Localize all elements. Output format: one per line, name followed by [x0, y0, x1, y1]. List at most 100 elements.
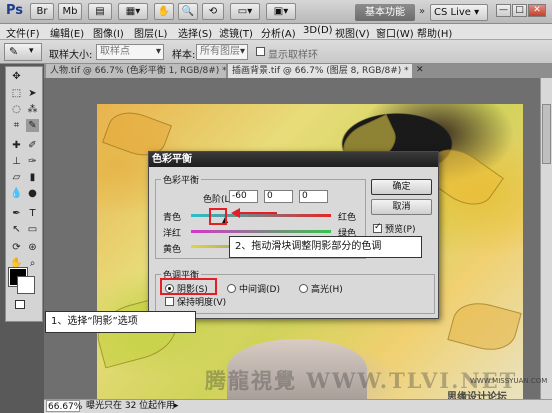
scrollbar-thumb[interactable]: [542, 104, 551, 164]
dialog-title: 色彩平衡: [149, 152, 438, 167]
menu-file[interactable]: 文件(F): [6, 25, 40, 40]
preserve-luminosity-label: 保持明度(V): [177, 298, 227, 308]
highlights-radio[interactable]: [299, 284, 308, 293]
shape-tool-icon[interactable]: ▭: [26, 223, 39, 236]
chevron-down-icon: ▾: [29, 46, 34, 56]
levels-yellow-blue-input[interactable]: 0: [299, 190, 328, 203]
eyedropper-tool-icon[interactable]: ✎: [26, 119, 39, 132]
menu-help[interactable]: 帮助(H): [417, 25, 452, 40]
cancel-button[interactable]: 取消: [371, 199, 432, 215]
highlights-label: 高光(H): [311, 285, 343, 295]
tab-person[interactable]: 人物.tif @ 66.7% (色彩平衡 1, RGB/8#) *: [46, 64, 226, 78]
menu-3d[interactable]: 3D(D): [303, 25, 333, 36]
zoom-tool-icon[interactable]: ⌕: [26, 257, 39, 270]
show-ring-label: 显示取样环: [268, 50, 318, 61]
maximize-button[interactable]: □: [512, 4, 527, 17]
menu-bar: 文件(F) 编辑(E) 图像(I) 图层(L) 选择(S) 滤镜(T) 分析(A…: [0, 24, 552, 40]
background-color-swatch[interactable]: [17, 276, 35, 294]
step2-callout: 2、拖动滑块调整阴影部分的色调: [229, 236, 422, 258]
healing-brush-icon[interactable]: ✚: [10, 139, 23, 152]
menu-view[interactable]: 视图(V): [335, 25, 370, 40]
menu-select[interactable]: 选择(S): [178, 25, 212, 40]
ok-button[interactable]: 确定: [371, 179, 432, 195]
quick-select-icon[interactable]: ⁂: [26, 103, 39, 116]
pen-tool-icon[interactable]: ✒: [10, 207, 23, 220]
sample-size-select[interactable]: 取样点: [96, 44, 164, 60]
tool-preset-picker[interactable]: ✎ ▾: [4, 43, 42, 61]
eraser-tool-icon[interactable]: ▱: [10, 171, 23, 184]
menu-filter[interactable]: 滤镜(T): [219, 25, 253, 40]
document-tabs: 人物.tif @ 66.7% (色彩平衡 1, RGB/8#) * 插画背景.t…: [44, 64, 552, 78]
watermark-missyuan-url: WWW.MISSYUAN.COM: [470, 377, 548, 385]
menu-window[interactable]: 窗口(W): [376, 25, 414, 40]
leaf-decoration: [447, 296, 522, 357]
red-arrow-line: [239, 212, 277, 214]
close-button[interactable]: ✕: [528, 4, 546, 17]
3d-camera-icon[interactable]: ⊛: [26, 241, 39, 254]
preview-label: 预览(P): [385, 225, 416, 235]
hand-tool-icon[interactable]: ✋: [154, 3, 174, 20]
lasso-tool-icon[interactable]: ◌: [10, 103, 23, 116]
quick-mask-icon[interactable]: [15, 300, 25, 309]
arrange-documents-menu[interactable]: ▭▾: [230, 3, 260, 20]
slider-label-red: 红色: [338, 213, 357, 223]
tab-illustration-label: 插画背景.tif @ 66.7% (图层 8, RGB/8#) *: [232, 66, 409, 76]
mini-bridge-button[interactable]: Mb: [58, 3, 82, 20]
cs-live-label: CS Live: [434, 7, 471, 18]
sample-select[interactable]: 所有图层: [196, 44, 248, 60]
app-bar: Ps Br Mb ▤ ▦▾ ✋ 🔍 ⟲ ▭▾ ▣▾ 基本功能 » CS Live…: [0, 0, 552, 24]
screen-mode-menu[interactable]: ▣▾: [266, 3, 296, 20]
preserve-luminosity-checkbox[interactable]: [165, 297, 174, 306]
magenta-green-slider-track[interactable]: [191, 230, 331, 233]
type-tool-icon[interactable]: T: [26, 207, 39, 220]
tab-illustration-bg[interactable]: 插画背景.tif @ 66.7% (图层 8, RGB/8#) *: [228, 64, 412, 78]
menu-analysis[interactable]: 分析(A): [261, 25, 296, 40]
bridge-button[interactable]: Br: [30, 3, 54, 20]
thumb-highlight-box: [209, 208, 227, 225]
zoom-tool-icon[interactable]: 🔍: [178, 3, 198, 20]
photoshop-logo: Ps: [6, 3, 24, 18]
options-bar: ✎ ▾ 取样大小: 取样点 样本: 所有图层 显示取样环: [0, 40, 552, 64]
slider-label-cyan: 青色: [163, 213, 182, 223]
status-menu-arrow-icon[interactable]: ▸: [174, 400, 179, 413]
rotate-view-icon[interactable]: ⟲: [202, 3, 224, 20]
levels-magenta-green-input[interactable]: 0: [264, 190, 293, 203]
view-extras-menu[interactable]: ▦▾: [118, 3, 148, 20]
path-select-icon[interactable]: ↖: [10, 223, 23, 236]
clone-stamp-icon[interactable]: ⊥: [10, 155, 23, 168]
zoom-level-menu[interactable]: ▤: [88, 3, 112, 20]
minimize-button[interactable]: —: [496, 4, 511, 17]
preview-checkbox[interactable]: [373, 222, 382, 233]
blur-tool-icon[interactable]: 💧: [10, 187, 23, 200]
tab-person-label: 人物.tif @ 66.7% (色彩平衡 1, RGB/8#) *: [50, 66, 226, 76]
show-ring-checkbox[interactable]: [256, 47, 265, 56]
slider-label-magenta: 洋红: [163, 229, 182, 239]
dodge-tool-icon[interactable]: ●: [26, 187, 39, 200]
tab-close-icon[interactable]: ✕: [416, 65, 424, 75]
shadows-highlight-box: [160, 278, 217, 295]
menu-image[interactable]: 图像(I): [93, 25, 124, 40]
marquee-tool-icon[interactable]: ⬚: [10, 87, 23, 100]
midtones-radio[interactable]: [227, 284, 236, 293]
cs-live-button[interactable]: CS Live ▾: [430, 4, 488, 21]
move-tool-icon[interactable]: ✥: [10, 70, 23, 83]
color-balance-group-label: 色彩平衡: [161, 173, 202, 186]
vertical-scrollbar[interactable]: [540, 78, 552, 399]
menu-layer[interactable]: 图层(L): [134, 25, 167, 40]
levels-cyan-red-input[interactable]: -60: [229, 190, 258, 203]
midtones-label: 中间调(D): [239, 285, 280, 295]
brush-tool-icon[interactable]: ✐: [26, 139, 39, 152]
3d-rotate-icon[interactable]: ⟳: [10, 241, 23, 254]
status-info-text: 曝光只在 32 位起作用: [86, 401, 176, 411]
gradient-tool-icon[interactable]: ▮: [26, 171, 39, 184]
history-brush-icon[interactable]: ✑: [26, 155, 39, 168]
sample-size-label: 取样大小:: [49, 50, 93, 61]
workspace-more-icon[interactable]: »: [419, 6, 425, 17]
zoom-level-field[interactable]: 66.67%: [46, 400, 82, 412]
workspace-essentials-button[interactable]: 基本功能: [355, 4, 415, 21]
menu-edit[interactable]: 编辑(E): [50, 25, 84, 40]
sample-label: 样本:: [172, 50, 196, 61]
crop-tool-icon[interactable]: ⌗: [10, 119, 23, 132]
status-bar: 66.67% 曝光只在 32 位起作用 ▸: [44, 399, 552, 413]
move-arrow-icon[interactable]: ➤: [26, 87, 39, 100]
